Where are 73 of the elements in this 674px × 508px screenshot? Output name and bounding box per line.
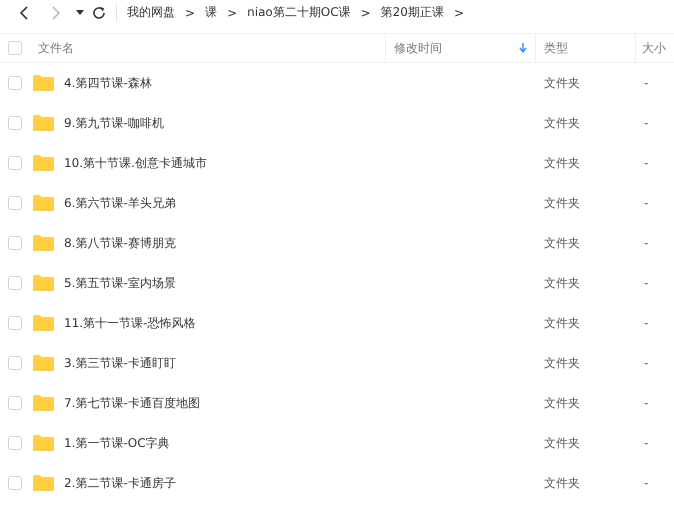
- file-size: -: [644, 236, 648, 250]
- file-type: 文件夹: [544, 116, 580, 130]
- file-type: 文件夹: [544, 196, 580, 210]
- row-checkbox[interactable]: [8, 476, 22, 490]
- refresh-icon[interactable]: [92, 6, 106, 20]
- file-type: 文件夹: [544, 476, 580, 490]
- column-header[interactable]: 文件名: [30, 34, 386, 62]
- folder-icon: [33, 155, 54, 171]
- file-size: -: [644, 276, 648, 290]
- file-size: -: [644, 316, 648, 330]
- file-type: 文件夹: [544, 156, 580, 170]
- caret-icon[interactable]: [76, 10, 84, 15]
- breadcrumb-link[interactable]: niao第二十期OC课: [247, 4, 351, 21]
- breadcrumb-separator: >: [360, 6, 371, 20]
- file-name[interactable]: 11.第十一节课-恐怖风格: [64, 314, 196, 332]
- folder-icon: [33, 275, 54, 291]
- file-name[interactable]: 1.第一节课-OC字典: [64, 434, 170, 452]
- row-checkbox[interactable]: [8, 156, 22, 170]
- file-name[interactable]: 8.第八节课-赛博朋克: [64, 234, 176, 252]
- row-checkbox[interactable]: [8, 316, 22, 330]
- folder-icon: [33, 355, 54, 371]
- file-type: 文件夹: [544, 236, 580, 250]
- folder-icon: [33, 395, 54, 411]
- file-size: -: [644, 76, 648, 90]
- row-checkbox[interactable]: [8, 236, 22, 250]
- file-name[interactable]: 10.第十节课.创意卡通城市: [64, 154, 207, 172]
- sort-arrow-icon: [519, 43, 527, 53]
- breadcrumb-link[interactable]: 我的网盘: [127, 4, 175, 21]
- row-checkbox[interactable]: [8, 196, 22, 210]
- folder-icon: [33, 115, 54, 131]
- breadcrumb-separator: >: [185, 6, 196, 20]
- row-checkbox[interactable]: [8, 276, 22, 290]
- folder-icon: [33, 235, 54, 251]
- chevron-left-icon: [19, 6, 29, 20]
- row-checkbox[interactable]: [8, 396, 22, 410]
- row-checkbox[interactable]: [8, 76, 22, 90]
- folder-icon: [33, 315, 54, 331]
- column-header[interactable]: 修改时间: [386, 34, 536, 62]
- file-type: 文件夹: [544, 396, 580, 410]
- chevron-right-icon: [51, 6, 61, 20]
- row-checkbox[interactable]: [8, 116, 22, 130]
- file-size: -: [644, 196, 648, 210]
- file-size: -: [644, 116, 648, 130]
- column-header[interactable]: 大小: [636, 34, 674, 62]
- folder-icon: [33, 435, 54, 451]
- breadcrumb-link[interactable]: 第20期正课: [380, 4, 444, 21]
- file-type: 文件夹: [544, 276, 580, 290]
- breadcrumb-separator: >: [454, 6, 464, 20]
- file-size: -: [644, 156, 648, 170]
- file-size: -: [644, 436, 648, 450]
- file-size: -: [644, 476, 648, 490]
- breadcrumb-link[interactable]: 课: [205, 4, 218, 21]
- file-type: 文件夹: [544, 316, 580, 330]
- select-all-checkbox[interactable]: [8, 41, 22, 55]
- file-type: 文件夹: [544, 356, 580, 370]
- file-name[interactable]: 2.第二节课-卡通房子: [64, 474, 176, 492]
- folder-icon: [33, 195, 54, 211]
- file-name[interactable]: 4.第四节课-森林: [64, 74, 152, 92]
- file-size: -: [644, 396, 648, 410]
- row-checkbox[interactable]: [8, 356, 22, 370]
- file-name[interactable]: 9.第九节课-咖啡机: [64, 114, 164, 132]
- row-checkbox[interactable]: [8, 436, 22, 450]
- column-header[interactable]: 类型: [536, 34, 636, 62]
- file-name[interactable]: 7.第七节课-卡通百度地图: [64, 394, 200, 412]
- file-type: 文件夹: [544, 436, 580, 450]
- breadcrumb-separator: >: [227, 6, 238, 20]
- file-name[interactable]: 6.第六节课-羊头兄弟: [64, 194, 176, 212]
- folder-icon: [33, 75, 54, 91]
- folder-icon: [33, 475, 54, 491]
- file-size: -: [644, 356, 648, 370]
- file-type: 文件夹: [544, 76, 580, 90]
- file-name[interactable]: 5.第五节课-室内场景: [64, 274, 176, 292]
- file-name[interactable]: 3.第三节课-卡通盯盯: [64, 354, 176, 372]
